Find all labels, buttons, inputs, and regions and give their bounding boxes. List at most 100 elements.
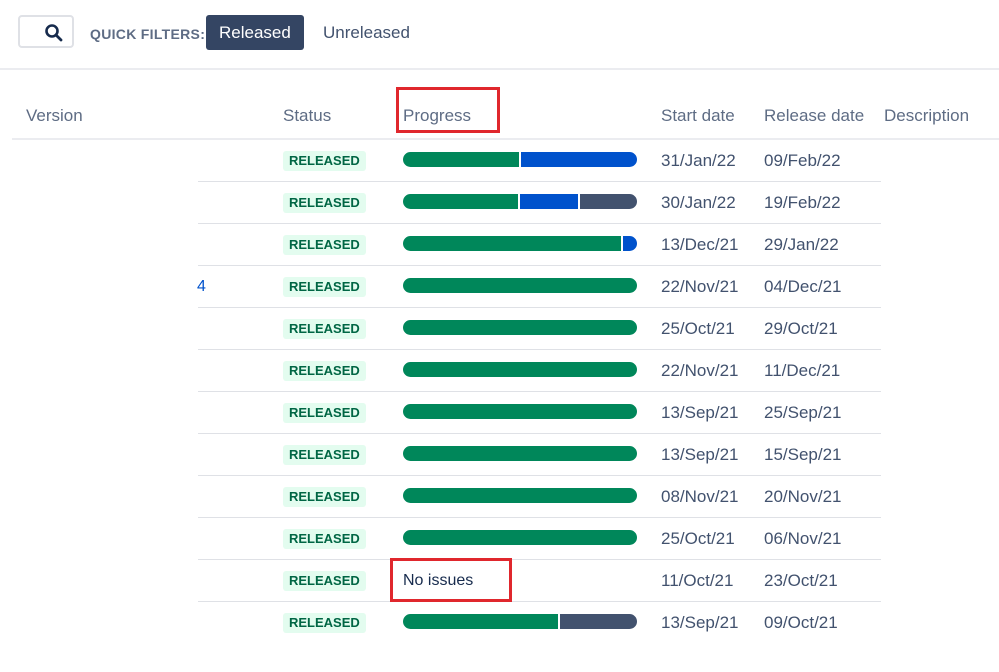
start-date: 11/Oct/21: [661, 571, 734, 590]
start-date: 30/Jan/22: [661, 193, 736, 212]
progress-in-progress-segment: [518, 194, 578, 209]
status-badge: RELEASED: [283, 319, 366, 339]
start-date: 25/Oct/21: [661, 319, 735, 338]
table-row[interactable]: RELEASED 31/Jan/22 09/Feb/22: [0, 139, 999, 181]
table-row[interactable]: RELEASED 13/Dec/21 29/Jan/22: [0, 223, 999, 265]
release-date: 20/Nov/21: [764, 487, 842, 506]
table-row[interactable]: 4 RELEASED 22/Nov/21 04/Dec/21: [0, 265, 999, 307]
status-badge: RELEASED: [283, 361, 366, 381]
table-row[interactable]: RELEASED 25/Oct/21 06/Nov/21: [0, 517, 999, 559]
progress-bar[interactable]: [403, 152, 637, 167]
progress-bar[interactable]: [403, 446, 637, 461]
column-header-status[interactable]: Status: [283, 106, 331, 126]
table-row[interactable]: RELEASED 22/Nov/21 11/Dec/21: [0, 349, 999, 391]
start-date: 13/Sep/21: [661, 403, 739, 422]
release-date: 06/Nov/21: [764, 529, 842, 548]
progress-in-progress-segment: [519, 152, 637, 167]
status-badge: RELEASED: [283, 235, 366, 255]
progress-done-segment: [403, 194, 518, 209]
progress-in-progress-segment: [621, 236, 637, 251]
progress-done-segment: [403, 488, 637, 503]
release-date: 04/Dec/21: [764, 277, 842, 296]
row-divider: [198, 181, 881, 182]
column-header-description[interactable]: Description: [884, 106, 969, 126]
column-header-release-date[interactable]: Release date: [764, 106, 864, 126]
no-issues-highlight-box: [390, 558, 512, 602]
progress-bar[interactable]: [403, 236, 637, 251]
progress-done-segment: [403, 614, 559, 629]
row-divider: [198, 601, 881, 602]
release-date: 15/Sep/21: [764, 445, 842, 464]
search-icon: [45, 24, 63, 42]
progress-todo-segment: [558, 614, 637, 629]
table-row[interactable]: RELEASED 13/Sep/21 15/Sep/21: [0, 433, 999, 475]
progress-bar[interactable]: [403, 278, 637, 293]
progress-done-segment: [403, 362, 637, 377]
progress-done-segment: [403, 278, 637, 293]
status-badge: RELEASED: [283, 445, 366, 465]
progress-done-segment: [403, 404, 637, 419]
row-divider: [198, 349, 881, 350]
start-date: 22/Nov/21: [661, 361, 739, 380]
released-filter-button[interactable]: Released: [206, 15, 304, 50]
status-badge: RELEASED: [283, 529, 366, 549]
progress-done-segment: [403, 530, 637, 545]
progress-done-segment: [403, 446, 637, 461]
release-date: 29/Jan/22: [764, 235, 839, 254]
status-badge: RELEASED: [283, 193, 366, 213]
release-date: 23/Oct/21: [764, 571, 838, 590]
progress-done-segment: [403, 152, 519, 167]
unreleased-filter-button[interactable]: Unreleased: [310, 15, 423, 50]
quick-filters-label: QUICK FILTERS:: [90, 26, 206, 42]
progress-bar[interactable]: [403, 404, 637, 419]
row-divider: [198, 307, 881, 308]
table-row[interactable]: RELEASED 13/Sep/21 25/Sep/21: [0, 391, 999, 433]
start-date: 25/Oct/21: [661, 529, 735, 548]
release-date: 29/Oct/21: [764, 319, 838, 338]
release-date: 09/Oct/21: [764, 613, 838, 632]
progress-done-segment: [403, 236, 622, 251]
row-divider: [198, 433, 881, 434]
column-header-version[interactable]: Version: [26, 106, 83, 126]
release-date: 09/Feb/22: [764, 151, 841, 170]
table-row[interactable]: RELEASED 13/Sep/21 09/Oct/21: [0, 601, 999, 643]
row-divider: [198, 391, 881, 392]
row-divider: [198, 475, 881, 476]
table-header: Version Status Progress Start date Relea…: [12, 90, 999, 140]
table-row[interactable]: RELEASED 08/Nov/21 20/Nov/21: [0, 475, 999, 517]
progress-bar[interactable]: [403, 320, 637, 335]
version-link[interactable]: 4: [197, 278, 206, 296]
row-divider: [198, 517, 881, 518]
table-row[interactable]: RELEASED 30/Jan/22 19/Feb/22: [0, 181, 999, 223]
status-badge: RELEASED: [283, 151, 366, 171]
status-badge: RELEASED: [283, 613, 366, 633]
start-date: 31/Jan/22: [661, 151, 736, 170]
progress-bar[interactable]: [403, 488, 637, 503]
start-date: 13/Sep/21: [661, 445, 739, 464]
progress-bar[interactable]: [403, 614, 637, 629]
table-row[interactable]: RELEASED 25/Oct/21 29/Oct/21: [0, 307, 999, 349]
release-date: 25/Sep/21: [764, 403, 842, 422]
release-date: 19/Feb/22: [764, 193, 841, 212]
progress-highlight-box: [396, 87, 500, 133]
progress-done-segment: [403, 320, 637, 335]
progress-bar[interactable]: [403, 362, 637, 377]
progress-bar[interactable]: [403, 530, 637, 545]
status-badge: RELEASED: [283, 277, 366, 297]
status-badge: RELEASED: [283, 571, 366, 591]
row-divider: [198, 559, 881, 560]
row-divider: [198, 223, 881, 224]
start-date: 13/Sep/21: [661, 613, 739, 632]
status-badge: RELEASED: [283, 487, 366, 507]
filter-toolbar: QUICK FILTERS: Released Unreleased: [0, 0, 999, 70]
status-badge: RELEASED: [283, 403, 366, 423]
release-date: 11/Dec/21: [764, 361, 841, 380]
search-input[interactable]: [18, 15, 74, 48]
progress-todo-segment: [577, 194, 637, 209]
start-date: 13/Dec/21: [661, 235, 739, 254]
row-divider: [198, 265, 881, 266]
progress-bar[interactable]: [403, 194, 637, 209]
column-header-start-date[interactable]: Start date: [661, 106, 735, 126]
start-date: 08/Nov/21: [661, 487, 739, 506]
start-date: 22/Nov/21: [661, 277, 739, 296]
